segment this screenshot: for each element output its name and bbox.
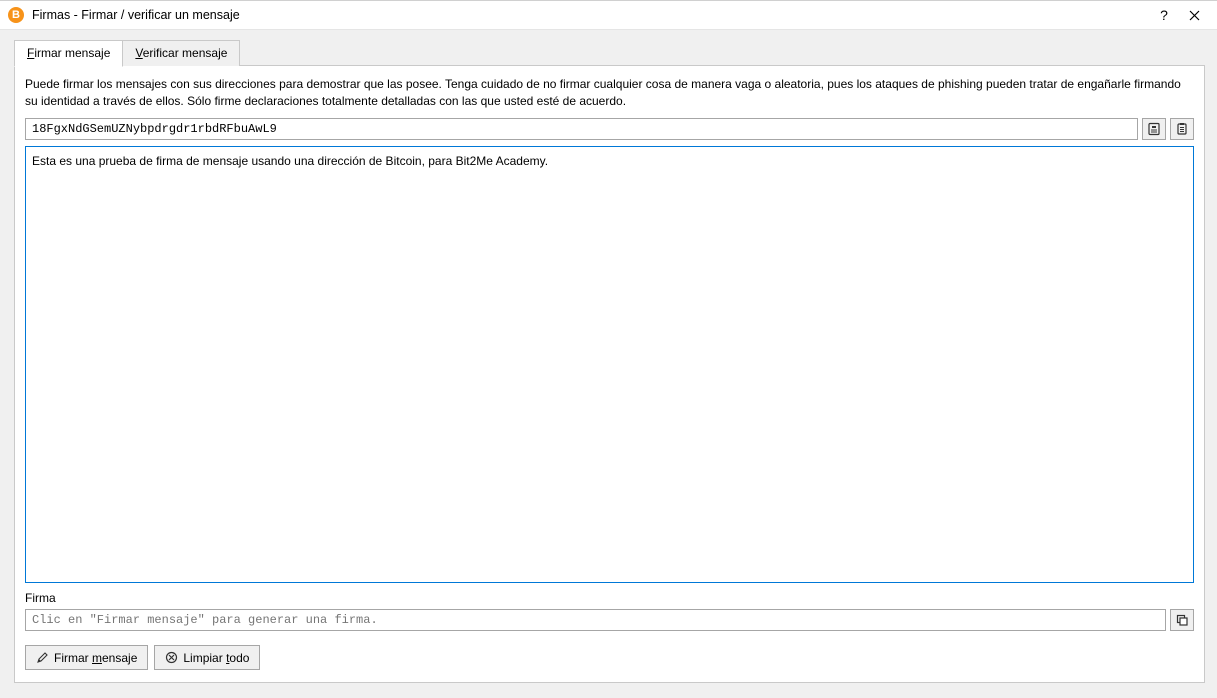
message-textarea[interactable]: Esta es una prueba de firma de mensaje u… [25, 146, 1194, 583]
help-button[interactable]: ? [1149, 3, 1179, 27]
clear-all-button[interactable]: Limpiar todo [154, 645, 260, 670]
sign-panel: Puede firmar los mensajes con sus direcc… [14, 65, 1205, 683]
signature-output[interactable] [25, 609, 1166, 631]
close-icon [1189, 10, 1200, 21]
signature-label: Firma [25, 591, 1194, 605]
pen-icon [36, 651, 49, 664]
address-input[interactable] [25, 118, 1138, 140]
info-text: Puede firmar los mensajes con sus direcc… [25, 76, 1194, 110]
clipboard-icon [1175, 122, 1189, 136]
address-book-icon [1147, 122, 1161, 136]
clear-button-label: Limpiar todo [183, 651, 249, 665]
window-title: Firmas - Firmar / verificar un mensaje [32, 8, 1149, 22]
tab-bar: Firmar mensaje Verificar mensaje [14, 40, 1205, 66]
address-book-button[interactable] [1142, 118, 1166, 140]
dialog-body: Firmar mensaje Verificar mensaje Puede f… [0, 30, 1217, 698]
tab-verify-underline: V [135, 46, 142, 60]
tab-sign-message[interactable]: Firmar mensaje [14, 40, 123, 67]
tab-verify-message[interactable]: Verificar mensaje [122, 40, 240, 66]
signature-row [25, 609, 1194, 631]
bitcoin-app-icon: B [8, 7, 24, 23]
tab-verify-rest: erificar mensaje [143, 46, 228, 60]
copy-signature-button[interactable] [1170, 609, 1194, 631]
tab-sign-rest: irmar mensaje [34, 46, 110, 60]
close-button[interactable] [1179, 3, 1209, 27]
action-row: Firmar mensaje Limpiar todo [25, 645, 1194, 670]
titlebar: B Firmas - Firmar / verificar un mensaje… [0, 0, 1217, 30]
copy-icon [1175, 613, 1189, 627]
sign-message-button[interactable]: Firmar mensaje [25, 645, 148, 670]
cancel-icon [165, 651, 178, 664]
paste-button[interactable] [1170, 118, 1194, 140]
sign-button-label: Firmar mensaje [54, 651, 137, 665]
address-row [25, 118, 1194, 140]
help-icon: ? [1160, 7, 1168, 23]
